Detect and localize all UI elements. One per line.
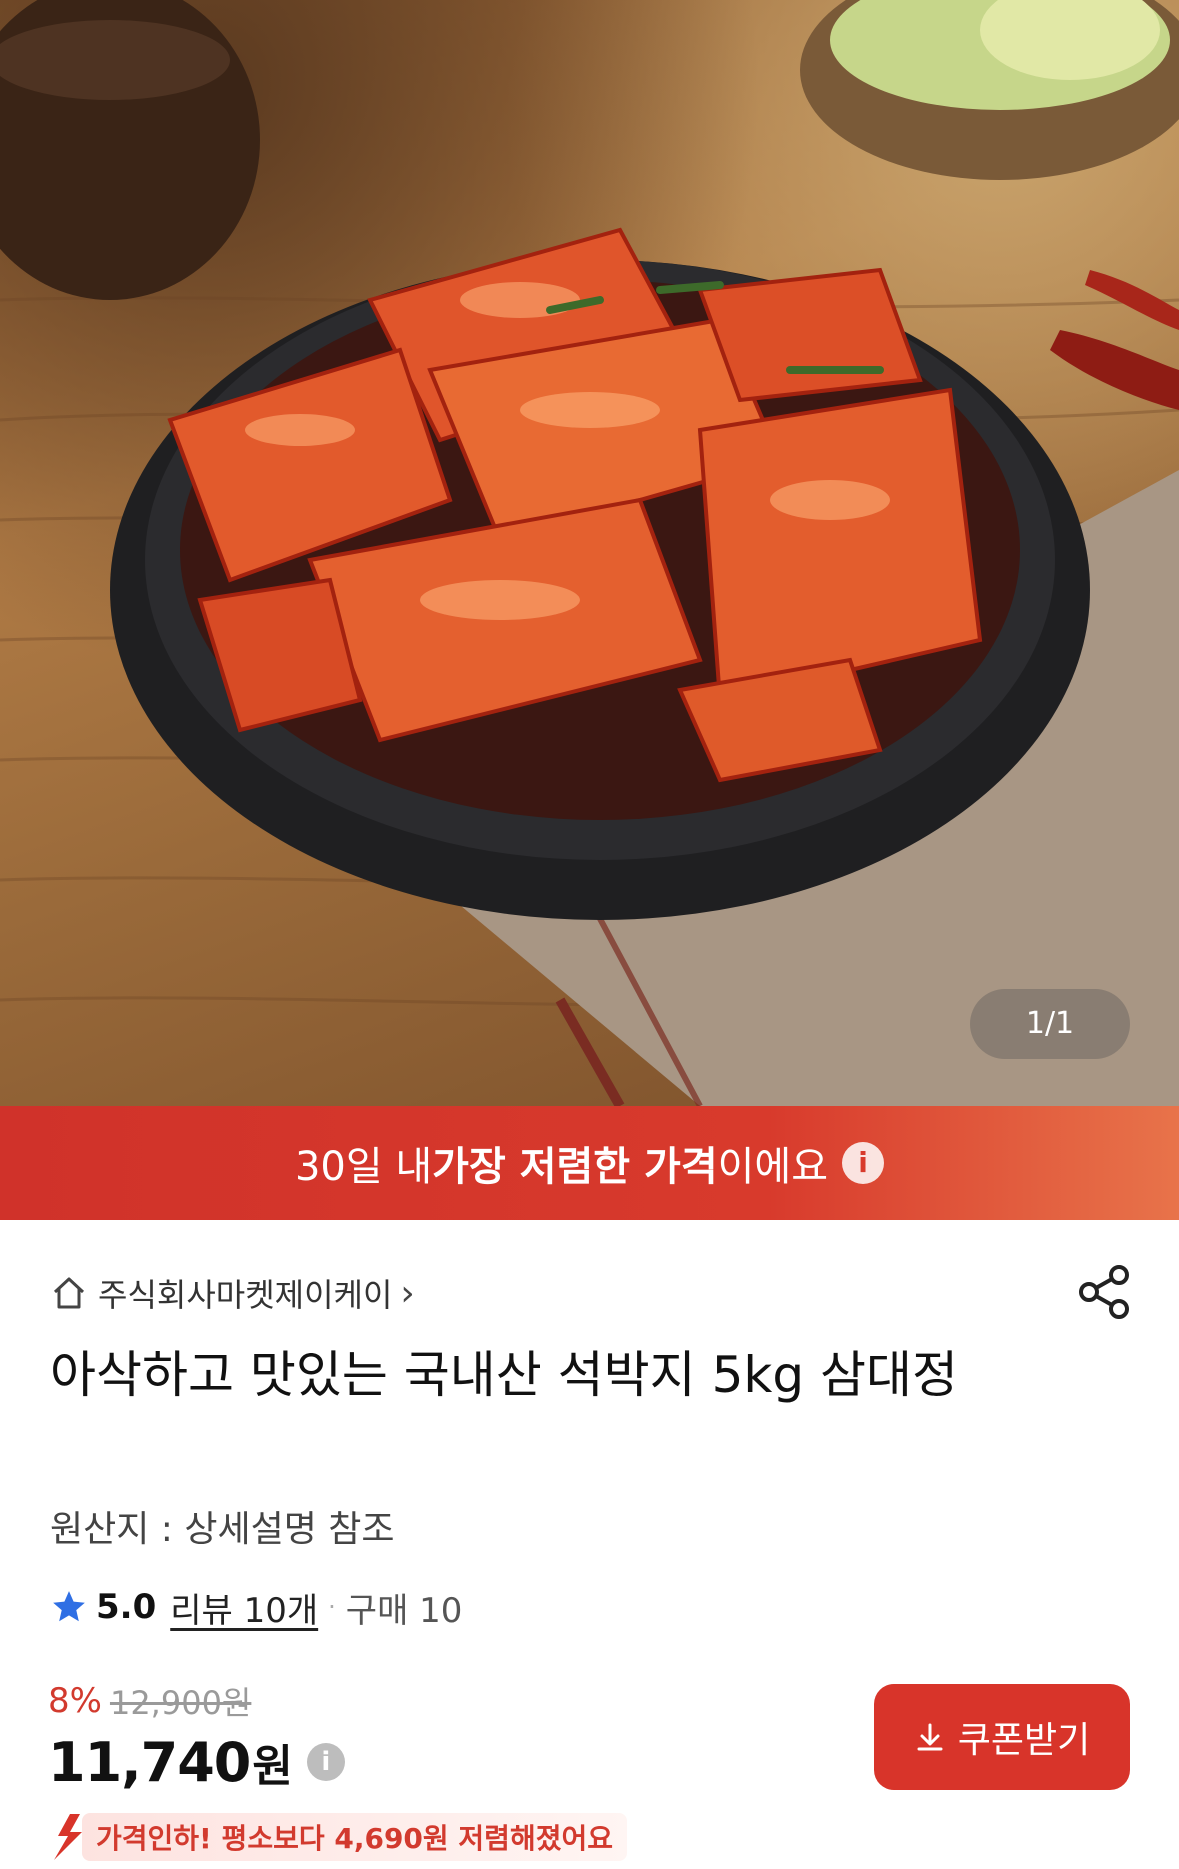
image-counter: 1/1 [970, 989, 1130, 1059]
purchase-count: 구매 10 [345, 1590, 463, 1631]
seller-name: 주식회사마켓제이케이 [98, 1276, 393, 1314]
rating-score: 5.0 [96, 1587, 157, 1627]
seller-link[interactable]: 주식회사마켓제이케이 › [50, 1268, 415, 1318]
star-icon [53, 1591, 85, 1622]
price-drop-notice: 가격인하! 평소보다 4,690원 저렴해졌어요 [48, 1812, 627, 1862]
banner-text-strong: 가장 저렴한 가격 [432, 1144, 718, 1190]
download-icon [917, 1723, 943, 1751]
product-photo [0, 0, 1179, 1106]
lowest-price-banner[interactable]: 30일 내 가장 저렴한 가격 이에요 i [0, 1106, 1179, 1220]
product-image[interactable]: 1/1 [0, 0, 1179, 1106]
reviews-link[interactable]: 리뷰 10개 [170, 1583, 318, 1632]
discount-rate: 8% [48, 1681, 102, 1721]
store-home-icon [53, 1277, 85, 1309]
info-icon[interactable]: i [842, 1142, 885, 1184]
product-origin: 원산지 : 상세설명 참조 [50, 1509, 395, 1550]
chevron-right-icon: › [400, 1272, 415, 1314]
separator-dot: · [328, 1593, 336, 1621]
currency-unit: 원 [252, 1741, 293, 1792]
share-icon[interactable] [1075, 1262, 1135, 1322]
product-title: 아삭하고 맛있는 국내산 석박지 5kg 삼대정 [50, 1346, 958, 1404]
rating-row: 5.0 리뷰 10개 · 구매 10 [50, 1580, 462, 1634]
discount-row: 8% 12,900원 [48, 1678, 251, 1724]
price-row: 11,740 원 i [48, 1730, 345, 1794]
banner-text-pre: 30일 내 [294, 1144, 433, 1190]
current-price: 11,740 [48, 1730, 251, 1794]
original-price: 12,900원 [109, 1684, 252, 1722]
price-info-icon[interactable]: i [306, 1743, 345, 1781]
get-coupon-button[interactable]: 쿠폰받기 [874, 1684, 1130, 1790]
price-drop-text: 가격인하! 평소보다 4,690원 저렴해졌어요 [82, 1813, 627, 1861]
coupon-label: 쿠폰받기 [957, 1719, 1091, 1760]
banner-text-post: 이에요 [717, 1144, 829, 1190]
